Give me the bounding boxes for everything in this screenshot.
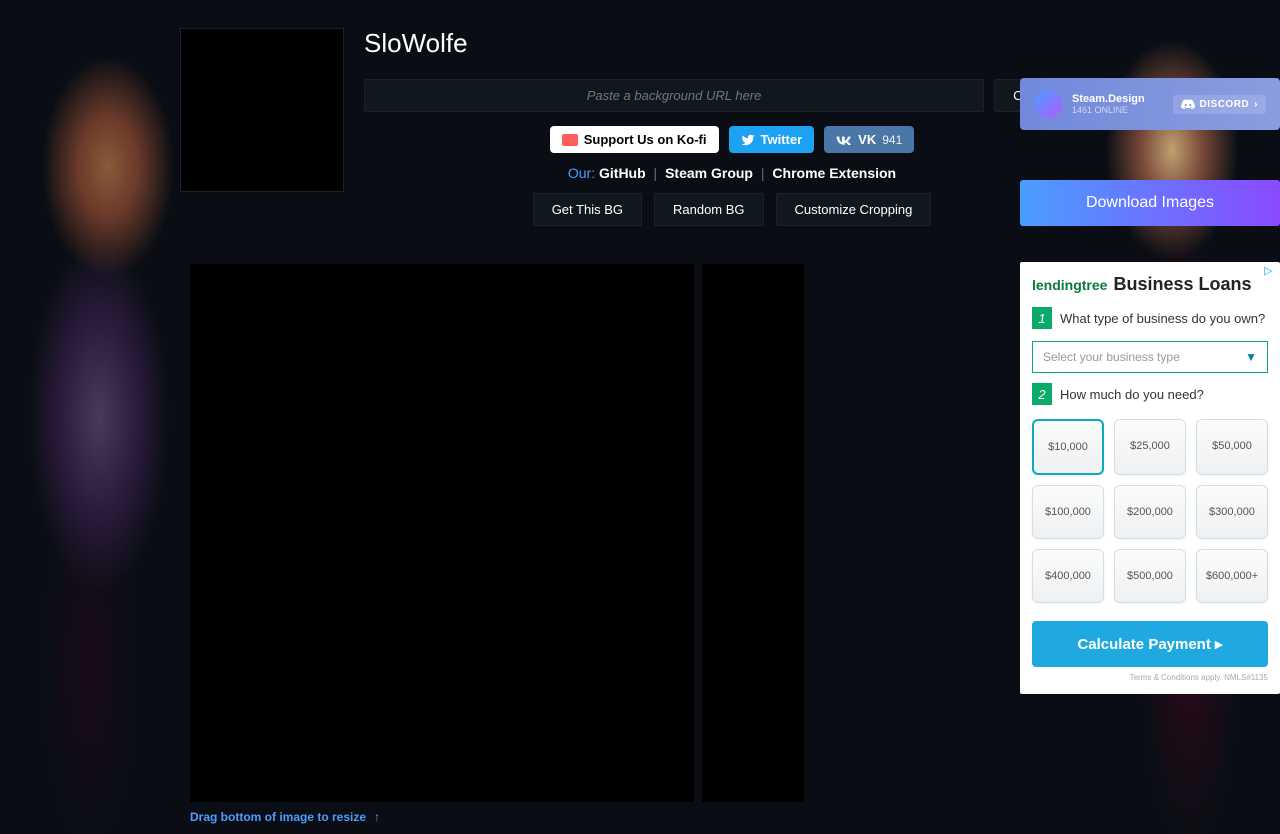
discord-server-icon: [1034, 90, 1062, 118]
arrow-up-icon: ↑: [374, 810, 380, 824]
twitter-label: Twitter: [761, 132, 803, 147]
preview-area: [190, 264, 804, 802]
ad-calculate-button[interactable]: Calculate Payment ▸: [1032, 621, 1268, 667]
vk-button[interactable]: VK 941: [824, 126, 914, 153]
ad-marker-icon[interactable]: ▷: [1264, 264, 1276, 276]
ad-fine-print: Terms & Conditions apply. NMLS#1135: [1032, 673, 1268, 682]
vk-label: VK: [858, 132, 876, 147]
chevron-right-icon: ›: [1254, 99, 1258, 110]
resize-hint-label: Drag bottom of image to resize: [190, 810, 366, 824]
vk-count: 941: [882, 133, 902, 147]
twitter-button[interactable]: Twitter: [729, 126, 815, 153]
random-bg-button[interactable]: Random BG: [654, 193, 764, 226]
ad-amount-option[interactable]: $600,000+: [1196, 549, 1268, 603]
ad-logo: lendingtree: [1032, 277, 1107, 293]
preview-side-panel[interactable]: [702, 264, 804, 802]
chrome-ext-link[interactable]: Chrome Extension: [772, 165, 896, 181]
steam-group-link[interactable]: Steam Group: [665, 165, 753, 181]
ad-select-placeholder: Select your business type: [1043, 350, 1180, 364]
discord-title: Steam.Design: [1072, 93, 1163, 105]
links-row: Our: GitHub | Steam Group | Chrome Exten…: [364, 165, 1100, 181]
ad-amount-option[interactable]: $50,000: [1196, 419, 1268, 475]
bg-url-input[interactable]: [364, 79, 984, 112]
ad-amount-option[interactable]: $500,000: [1114, 549, 1186, 603]
download-images-button[interactable]: Download Images: [1020, 180, 1280, 226]
discord-badge: DISCORD ›: [1173, 95, 1266, 114]
ad-business-type-select[interactable]: Select your business type ▼: [1032, 341, 1268, 373]
ad-amount-option[interactable]: $300,000: [1196, 485, 1268, 539]
resize-handle-hint[interactable]: Drag bottom of image to resize ↑: [190, 810, 380, 824]
ad-amount-option[interactable]: $200,000: [1114, 485, 1186, 539]
kofi-icon: [562, 134, 578, 146]
discord-icon: [1181, 99, 1195, 110]
ad-amount-option[interactable]: $10,000: [1032, 419, 1104, 475]
play-icon: ▸: [1215, 636, 1223, 653]
ad-amount-option[interactable]: $25,000: [1114, 419, 1186, 475]
ad-step-1-num: 1: [1032, 307, 1052, 329]
ad-question-2: How much do you need?: [1060, 387, 1204, 402]
kofi-label: Support Us on Ko-fi: [584, 132, 707, 147]
ad-amount-option[interactable]: $400,000: [1032, 549, 1104, 603]
ad-amount-grid: $10,000 $25,000 $50,000 $100,000 $200,00…: [1032, 419, 1268, 603]
caret-down-icon: ▼: [1245, 350, 1257, 364]
bg-character-left: [0, 0, 180, 834]
github-link[interactable]: GitHub: [599, 165, 646, 181]
discord-widget[interactable]: Steam.Design 1461 ONLINE DISCORD ›: [1020, 78, 1280, 130]
discord-online-count: 1461 ONLINE: [1072, 105, 1163, 115]
ad-amount-option[interactable]: $100,000: [1032, 485, 1104, 539]
get-bg-button[interactable]: Get This BG: [533, 193, 642, 226]
ad-box: ▷ lendingtree Business Loans 1 What type…: [1020, 262, 1280, 694]
ad-question-1: What type of business do you own?: [1060, 311, 1265, 326]
ad-headline: Business Loans: [1113, 274, 1251, 295]
page-title: SloWolfe: [364, 28, 1100, 59]
twitter-icon: [741, 133, 755, 147]
preview-main-panel[interactable]: [190, 264, 694, 802]
vk-icon: [836, 135, 852, 145]
ad-step-2-num: 2: [1032, 383, 1052, 405]
customize-cropping-button[interactable]: Customize Cropping: [776, 193, 932, 226]
avatar-preview: [180, 28, 344, 192]
our-label: Our:: [568, 165, 595, 181]
kofi-button[interactable]: Support Us on Ko-fi: [550, 126, 719, 153]
